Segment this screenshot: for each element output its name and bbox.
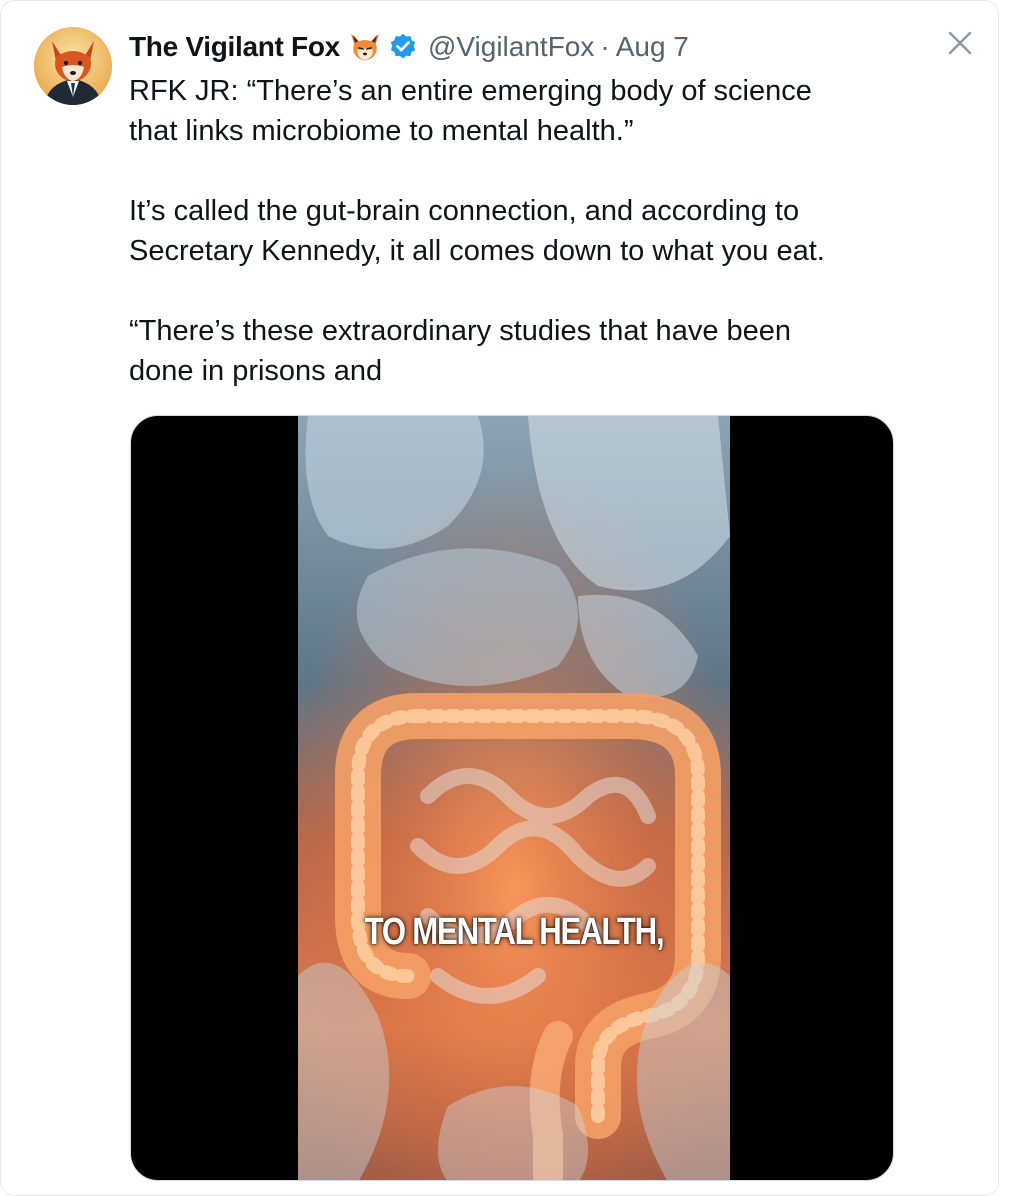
tweet-header: The Vigilant Fox @VigilantFox · Aug 7 <box>129 27 689 67</box>
tweet-card: The Vigilant Fox @VigilantFox · Aug 7 RF… <box>0 0 999 1196</box>
fox-avatar-icon <box>34 27 112 105</box>
video-frame: TO MENTAL HEALTH, <box>298 416 730 1180</box>
tweet-paragraph: RFK JR: “There’s an entire emerging body… <box>129 75 812 147</box>
display-name[interactable]: The Vigilant Fox <box>129 31 340 63</box>
verified-badge-icon <box>388 32 418 62</box>
close-icon <box>948 31 972 55</box>
video-player[interactable]: TO MENTAL HEALTH, <box>130 415 894 1181</box>
tweet-body: RFK JR: “There’s an entire emerging body… <box>129 71 889 391</box>
tweet-paragraph: It’s called the gut-brain connection, an… <box>129 195 825 267</box>
tweet-date[interactable]: Aug 7 <box>616 31 689 63</box>
video-caption: TO MENTAL HEALTH, <box>364 911 665 953</box>
avatar[interactable] <box>34 27 112 105</box>
close-button[interactable] <box>944 27 976 59</box>
intestine-illustration <box>298 416 730 1180</box>
fox-face-emoji-icon <box>348 30 382 64</box>
tweet-paragraph: “There’s these extraordinary studies tha… <box>129 315 792 387</box>
separator-dot: · <box>600 31 610 62</box>
user-handle[interactable]: @VigilantFox <box>428 31 594 63</box>
